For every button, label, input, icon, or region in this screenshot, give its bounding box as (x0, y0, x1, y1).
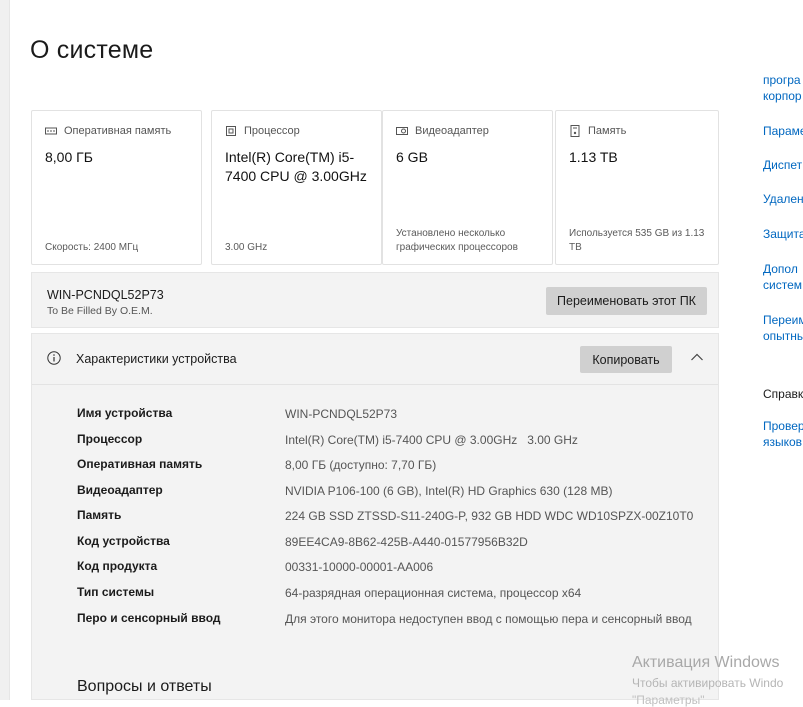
qa-title: Вопросы и ответы (77, 678, 212, 695)
sidebar-link-line: Допол (763, 262, 798, 276)
spec-value: 224 GB SSD ZTSSD-S11-240G-P, 932 GB HDD … (285, 509, 694, 523)
sidebar-link-line: систем (763, 278, 802, 292)
device-specs-title: Характеристики устройства (76, 352, 237, 366)
pc-name-bar: WIN-PCNDQL52P73 To Be Filled By O.E.M. П… (31, 272, 719, 328)
card-storage-header: Память (569, 125, 626, 137)
spec-label: Оперативная память (77, 457, 203, 471)
sidebar-link-line: Диспет (763, 158, 803, 172)
card-storage: Память 1.13 TB Используется 535 GB из 1.… (555, 110, 719, 265)
spec-value: Для этого монитора недоступен ввод с пом… (285, 612, 692, 626)
info-icon (47, 351, 61, 365)
spec-value: 8,00 ГБ (доступно: 7,70 ГБ) (285, 458, 437, 472)
ram-icon (45, 127, 57, 135)
sidebar-link[interactable]: Защита (763, 226, 803, 242)
spec-label: Код устройства (77, 534, 170, 548)
sidebar-link[interactable]: програ корпор (763, 72, 803, 104)
spec-label: Перо и сенсорный ввод (77, 611, 221, 625)
sidebar-link-line: опытны (763, 329, 803, 343)
card-storage-value: 1.13 TB (569, 149, 618, 165)
storage-icon (570, 125, 580, 137)
copy-button[interactable]: Копировать (580, 346, 672, 373)
sidebar-link-line: корпор (763, 89, 802, 103)
activation-watermark-subtitle-2: "Параметры" (632, 693, 705, 707)
spec-label: Код продукта (77, 559, 158, 573)
spec-label: Тип системы (77, 585, 155, 599)
spec-label: Процессор (77, 432, 143, 446)
device-specs-header[interactable]: Характеристики устройства Копировать (32, 334, 718, 385)
rename-pc-button[interactable]: Переименовать этот ПК (546, 287, 707, 315)
activation-watermark-subtitle: Чтобы активировать Windo (632, 676, 784, 690)
card-gpu: Видеоадаптер 6 GB Установлено несколько … (382, 110, 553, 265)
sidebar-help-link[interactable]: Провер языков (763, 418, 803, 450)
sidebar-link-line: Переим (763, 313, 803, 327)
pc-oem: To Be Filled By O.E.M. (47, 305, 153, 317)
spec-value: WIN-PCNDQL52P73 (285, 407, 398, 421)
card-gpu-foot: Установлено несколько графических процес… (396, 228, 518, 253)
sidebar-link-line: програ (763, 73, 801, 87)
spec-label: Видеоадаптер (77, 483, 163, 497)
card-ram-foot: Скорость: 2400 МГц (45, 242, 139, 253)
card-ram-value: 8,00 ГБ (45, 149, 93, 165)
spec-value: Intel(R) Core(TM) i5-7400 CPU @ 3.00GHz … (285, 433, 578, 447)
card-gpu-value: 6 GB (396, 149, 428, 165)
spec-value: NVIDIA P106-100 (6 GB), Intel(R) HD Grap… (285, 484, 613, 498)
sidebar-help-heading: Справк (763, 387, 803, 401)
sidebar-link-line: Защита (763, 227, 803, 241)
sidebar-link-line: Провер (763, 419, 803, 433)
card-ram-label: Оперативная память (64, 125, 172, 137)
left-edge (0, 0, 10, 700)
gpu-icon (396, 127, 408, 135)
spec-label: Память (77, 508, 122, 522)
card-gpu-label: Видеоадаптер (415, 125, 489, 137)
card-cpu-value: Intel(R) Core(TM) i5-7400 CPU @ 3.00GHz (225, 149, 367, 184)
activation-watermark-title: Активация Windows (632, 654, 780, 671)
card-cpu: Процессор Intel(R) Core(TM) i5-7400 CPU … (211, 110, 382, 265)
sidebar-link-line: языков (763, 435, 803, 449)
card-ram: Оперативная память 8,00 ГБ Скорость: 240… (31, 110, 202, 265)
sidebar-link[interactable]: Параме (763, 123, 803, 139)
spec-value: 00331-10000-00001-AA006 (285, 560, 434, 574)
related-settings-sidebar: програ корпор Параме Диспет Удален Защит… (763, 0, 803, 700)
card-gpu-header: Видеоадаптер (396, 125, 489, 137)
chevron-up-icon[interactable] (690, 352, 704, 362)
card-storage-foot: Используется 535 GB из 1.13 TB (569, 228, 705, 253)
pc-name: WIN-PCNDQL52P73 (47, 288, 164, 302)
card-cpu-foot: 3.00 GHz (225, 242, 268, 253)
card-cpu-label: Процессор (244, 125, 300, 137)
sidebar-link-line: Удален (763, 192, 803, 206)
card-storage-label: Память (588, 125, 627, 137)
spec-label: Имя устройства (77, 406, 173, 420)
card-cpu-header: Процессор (225, 125, 300, 137)
page-title: О системе (30, 36, 154, 64)
sidebar-link[interactable]: Удален (763, 191, 803, 207)
sidebar-link[interactable]: Допол систем (763, 261, 803, 293)
device-specs-panel: Характеристики устройства Копировать Имя… (31, 333, 719, 700)
card-ram-header: Оперативная память (45, 125, 171, 137)
sidebar-link-line: Параме (763, 124, 803, 138)
cpu-icon (226, 126, 236, 136)
spec-value: 89EE4CA9-8B62-425B-A440-01577956B32D (285, 535, 528, 549)
sidebar-link[interactable]: Диспет (763, 157, 803, 173)
sidebar-link[interactable]: Переим опытны (763, 312, 803, 344)
spec-value: 64-разрядная операционная система, проце… (285, 586, 582, 600)
